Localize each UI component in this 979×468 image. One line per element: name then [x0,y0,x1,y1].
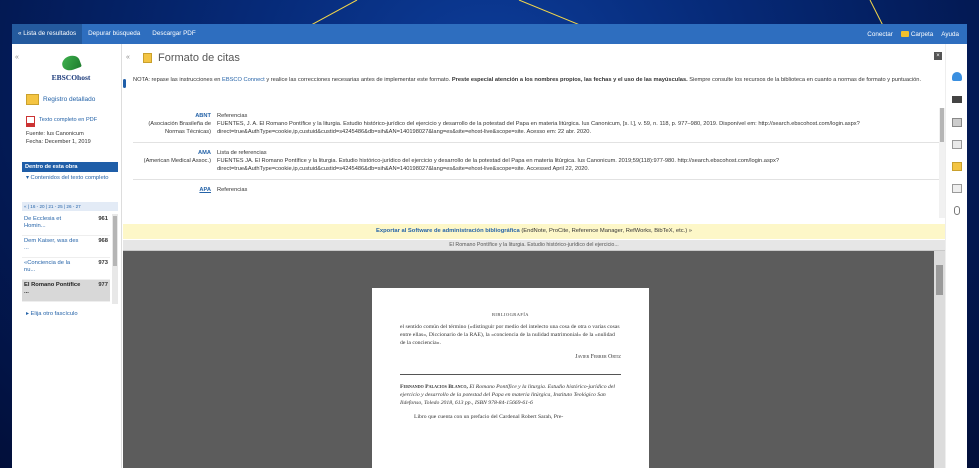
pdf-info: Texto completo en PDF Fuente: Ius Canoni… [26,116,116,146]
toc-item-title: De Ecclesia et Homin... [24,216,62,229]
citation-abnt: ABNT (Asociación Brasileña de Normas Técn… [133,106,939,143]
export-rest: (EndNote, ProCite, Reference Manager, Re… [519,228,692,234]
page-title-text: Formato de citas [158,52,240,64]
main-content: « Formato de citas NOTA: repase las inst… [123,44,945,468]
ebsco-connect-link[interactable]: EBSCO Connect [222,77,265,83]
page-section-heading: BIBLIOGRAFÍA [492,312,529,317]
export-bar: Exportar al Software de administración b… [123,224,945,239]
main-window: « EBSCOhost Registro detallado Texto com… [12,44,967,468]
toc-item[interactable]: Dem Kaiser, was des ... 968 [22,236,110,258]
sign-in-link[interactable]: Conectar [867,31,893,38]
tools-panel [945,44,967,468]
date-text: Fecha: December 1, 2019 [26,139,91,145]
note-mid: y realice las correcciones necesarias an… [264,77,452,83]
toc-item-title: El Romano Pontífice ... [24,282,81,295]
citation-style-link[interactable]: ABNT [133,112,211,120]
cloud-icon[interactable] [952,72,962,81]
print-icon[interactable] [952,96,962,103]
pdf-full-text-link[interactable]: Texto completo en PDF [39,116,97,124]
page-signature: Javier Ferrer Ortiz [575,354,621,360]
page-reference: Fernando Palacios Blanco, El Romano Pont… [400,383,621,407]
note-post: Siempre consulte los recursos de la bibl… [687,77,922,83]
format-note: NOTA: repase las instrucciones en EBSCO … [123,76,945,88]
note-marker [123,79,126,88]
help-link[interactable]: Ayuda [941,31,959,38]
cite-icon[interactable] [952,162,962,171]
download-pdf-link[interactable]: Descargar PDF [146,24,201,44]
citation-style-desc: (American Medical Assoc.) [143,158,211,164]
collapse-left-icon[interactable]: « [15,54,19,61]
citation-style-link[interactable]: APA [133,186,211,194]
top-nav-links: « Lista de resultados Depurar búsqueda D… [12,24,202,44]
citation-icon [143,53,152,63]
close-icon[interactable]: × [934,52,942,60]
folder-label: Carpeta [910,30,934,38]
toc-scroll-thumb[interactable] [113,216,117,266]
viewer-scroll-thumb[interactable] [936,265,943,295]
detailed-record-label: Registro detallado [43,96,96,103]
toc-item-selected[interactable]: El Romano Pontífice ... 977 [22,280,110,302]
citation-text: FUENTES JA. El Romano Pontífice y la lit… [217,158,779,172]
citation-scroll-thumb[interactable] [940,108,944,142]
toc-item[interactable]: «Conciencia de la nu... 973 [22,258,110,280]
citation-ama: AMA (American Medical Assoc.) Lista de re… [133,143,939,180]
toc-item[interactable]: De Ecclesia et Homin... 961 [22,214,110,236]
page-paragraph: Libro que cuenta con un prefacio del Car… [414,414,564,420]
ebsco-logo-text: EBSCOhost [51,73,91,82]
toc-list: De Ecclesia et Homin... 961 Dem Kaiser, w… [22,214,110,302]
toc-item-title: Dem Kaiser, was des ... [24,238,79,251]
toc-item-page: 973 [98,260,108,266]
export-icon[interactable] [952,184,962,193]
page-title: Formato de citas [143,52,240,64]
full-text-contents-toggle[interactable]: ▾ Contenidos del texto completo [26,175,114,182]
page-ref-author: Fernando Palacios Blanco, [400,384,468,390]
top-nav-bar: « Lista de resultados Depurar búsqueda D… [12,24,967,44]
save-icon[interactable] [952,140,962,149]
citation-style-link[interactable]: AMA [133,149,211,157]
top-nav-right: Conectar Carpeta Ayuda [867,31,967,38]
toc-scrollbar[interactable] [112,214,118,304]
toc-item-page: 961 [98,216,108,222]
citation-list: ABNT (Asociación Brasileña de Normas Técn… [133,106,939,221]
record-icon [26,94,39,105]
toc-pager[interactable]: « | 16 - 20 | 21 - 25 | 26 - 27 [22,202,118,211]
viewer-title: El Romano Pontífice y la liturgia. Estud… [123,240,945,251]
email-icon[interactable] [952,118,962,127]
refine-search-link[interactable]: Depurar búsqueda [82,24,146,44]
ebsco-leaf-icon [60,53,82,73]
citation-heading: Lista de referencias [217,150,267,156]
toc-item-page: 968 [98,238,108,244]
toc-item-title: «Conciencia de la nu... [24,260,71,273]
source-text: Fuente: Ius Canonicum [26,131,84,137]
detailed-record-link[interactable]: Registro detallado [26,94,95,105]
viewer-scrollbar[interactable] [934,251,945,468]
result-list-link[interactable]: « Lista de resultados [12,24,83,44]
left-sidebar: « EBSCOhost Registro detallado Texto com… [12,44,122,468]
export-link[interactable]: Exportar al Software de administración b… [376,228,520,234]
citation-heading: Referencias [217,187,248,193]
pdf-page: BIBLIOGRAFÍA el sentido común del términ… [372,288,649,468]
citation-apa: APA Referencias [133,180,939,200]
page-rule [400,374,621,375]
pdf-icon [26,116,35,127]
note-pre: NOTA: repase las instrucciones en [133,77,223,83]
collapse-main-icon[interactable]: « [126,54,130,61]
citation-style-desc: (Asociación Brasileña de Normas Técnicas… [148,121,211,135]
ebsco-logo[interactable]: EBSCOhost [46,53,96,82]
permalink-icon[interactable] [954,206,960,215]
page-paragraph: el sentido común del término («distingui… [400,324,620,346]
within-this-work-header: Dentro de esta obra [22,162,118,172]
choose-other-issue-link[interactable]: ▸ Elija otro fascículo [26,311,78,317]
pdf-viewer: El Romano Pontífice y la liturgia. Estud… [123,240,945,468]
note-bold: Preste especial atención a los nombres p… [451,77,688,83]
folder-link[interactable]: Carpeta [900,30,934,38]
toc-item-page: 977 [98,282,108,288]
folder-icon [900,31,909,37]
citation-text: FUENTES, J. A. El Romano Pontífice y la … [217,121,860,135]
citation-heading: Referencias [217,113,248,119]
